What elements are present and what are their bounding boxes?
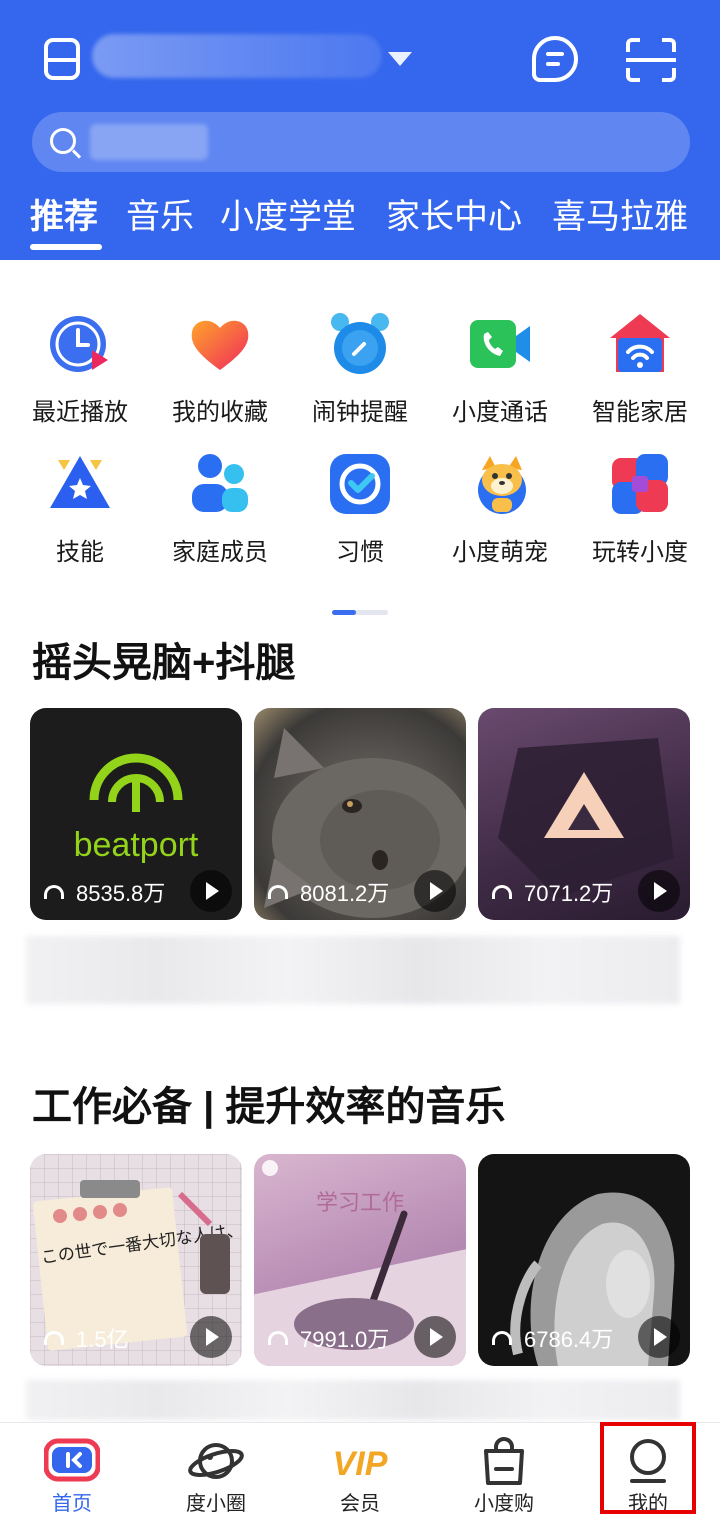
pet-dog-icon [478, 456, 526, 514]
device-name[interactable] [92, 34, 382, 78]
headphone-icon [492, 1331, 512, 1345]
blurred-card-titles [26, 936, 680, 1004]
nav-label: 会员 [340, 1493, 380, 1515]
play-count-value: 6786.4万 [524, 1327, 614, 1352]
smart-home-icon [610, 314, 670, 372]
device-icon[interactable] [44, 38, 80, 80]
play-button[interactable] [638, 1316, 680, 1358]
grid-label: 家庭成员 [172, 539, 268, 566]
play-count: 7991.0万 [268, 1322, 389, 1354]
playlist-card[interactable]: 8081.2万 [254, 708, 466, 920]
beatport-wordmark: beatport [74, 826, 199, 864]
search-icon [50, 128, 76, 154]
nav-label: 小度购 [474, 1493, 534, 1515]
play-count: 1.5亿 [44, 1322, 129, 1354]
play-button[interactable] [638, 870, 680, 912]
grid-label: 技能 [56, 539, 104, 566]
play-count-value: 1.5亿 [76, 1327, 129, 1352]
grid-label: 习惯 [336, 539, 384, 566]
grid-label: 玩转小度 [592, 539, 688, 566]
headphone-icon [268, 885, 288, 899]
headphone-icon [492, 885, 512, 899]
study-work-label: 学习工作 [316, 1191, 404, 1216]
tab-music[interactable]: 音乐 [126, 192, 194, 242]
play-count-value: 8081.2万 [300, 881, 390, 906]
play-xiaodu-icon [612, 454, 668, 514]
play-count: 7071.2万 [492, 876, 613, 908]
grid-item-family[interactable]: 家庭成员 [150, 452, 290, 576]
grid-item-habit[interactable]: 习惯 [290, 452, 430, 576]
search-input[interactable] [32, 112, 690, 172]
nav-vip[interactable]: VIP 会员 [288, 1423, 432, 1520]
grid-label: 闹钟提醒 [312, 399, 408, 426]
blurred-card-titles [26, 1380, 680, 1420]
headphone-icon [44, 885, 64, 899]
tab-recommend[interactable]: 推荐 [30, 192, 98, 242]
play-count: 6786.4万 [492, 1322, 613, 1354]
grid-label: 我的收藏 [172, 399, 268, 426]
nav-home[interactable]: 首页 [0, 1423, 144, 1520]
grid-item-play-xiaodu[interactable]: 玩转小度 [570, 452, 710, 576]
shopping-bag-icon [484, 1437, 524, 1485]
tab-parent-center[interactable]: 家长中心 [386, 192, 522, 242]
active-tab-indicator [30, 244, 102, 250]
grid-item-video-call[interactable]: 小度通话 [430, 312, 570, 436]
nav-circle[interactable]: 度小圈 [144, 1423, 288, 1520]
message-icon[interactable] [532, 36, 578, 82]
play-button[interactable] [190, 1316, 232, 1358]
tab-ximalaya[interactable]: 喜马拉雅 [552, 192, 688, 242]
grid-page-indicator [332, 610, 388, 615]
grid-label: 小度萌宠 [452, 539, 548, 566]
headphone-icon [44, 1331, 64, 1345]
vip-icon: VIP [333, 1445, 388, 1483]
top-header: 推荐 音乐 小度学堂 家长中心 喜马拉雅 [0, 0, 720, 260]
playlist-card[interactable]: beatport 8535.8万 [30, 708, 242, 920]
section-title[interactable]: 工作必备 | 提升效率的音乐 [32, 1074, 505, 1132]
recent-play-icon [50, 316, 108, 372]
habit-check-icon [330, 454, 390, 514]
grid-item-pet[interactable]: 小度萌宠 [430, 452, 570, 576]
nav-label: 度小圈 [186, 1493, 246, 1515]
nav-shop[interactable]: 小度购 [432, 1423, 576, 1520]
skill-star-icon [50, 456, 110, 508]
scan-icon[interactable] [626, 38, 676, 82]
headphone-icon [268, 1331, 288, 1345]
planet-icon [188, 1443, 244, 1479]
highlight-box [600, 1422, 696, 1514]
grid-item-smart-home[interactable]: 智能家居 [570, 312, 710, 436]
play-count-value: 7071.2万 [524, 881, 614, 906]
playlist-card[interactable]: この世で一番大切な人は、あなたよ 1.5亿 [30, 1154, 242, 1366]
grid-item-skills[interactable]: 技能 [10, 452, 150, 576]
section-title[interactable]: 摇头晃脑+抖腿 [32, 630, 295, 688]
play-count-value: 7991.0万 [300, 1327, 390, 1352]
playlist-card[interactable]: 6786.4万 [478, 1154, 690, 1366]
grid-label: 最近播放 [32, 399, 128, 426]
grid-label: 智能家居 [592, 399, 688, 426]
grid-item-favorites[interactable]: 我的收藏 [150, 312, 290, 436]
play-count: 8535.8万 [44, 876, 165, 908]
play-button[interactable] [414, 1316, 456, 1358]
video-call-icon [470, 320, 530, 368]
play-button[interactable] [190, 870, 232, 912]
alarm-clock-icon [331, 313, 389, 374]
family-members-icon [192, 454, 248, 512]
category-tabs: 推荐 音乐 小度学堂 家长中心 喜马拉雅 [0, 192, 720, 248]
heart-icon [191, 320, 249, 370]
play-count-value: 8535.8万 [76, 881, 166, 906]
playlist-card[interactable]: 学习工作 7991.0万 [254, 1154, 466, 1366]
grid-item-alarm[interactable]: 闹钟提醒 [290, 312, 430, 436]
grid-label: 小度通话 [452, 399, 548, 426]
chevron-down-icon[interactable] [388, 52, 412, 66]
play-count: 8081.2万 [268, 876, 389, 908]
play-button[interactable] [414, 870, 456, 912]
playlist-card[interactable]: 7071.2万 [478, 708, 690, 920]
grid-item-recent-play[interactable]: 最近播放 [10, 312, 150, 436]
home-icon [44, 1438, 100, 1482]
tab-xiaodu-school[interactable]: 小度学堂 [220, 192, 356, 242]
search-placeholder [90, 124, 208, 160]
vip-badge-text: VIP [333, 1445, 388, 1483]
nav-label: 首页 [52, 1493, 92, 1515]
